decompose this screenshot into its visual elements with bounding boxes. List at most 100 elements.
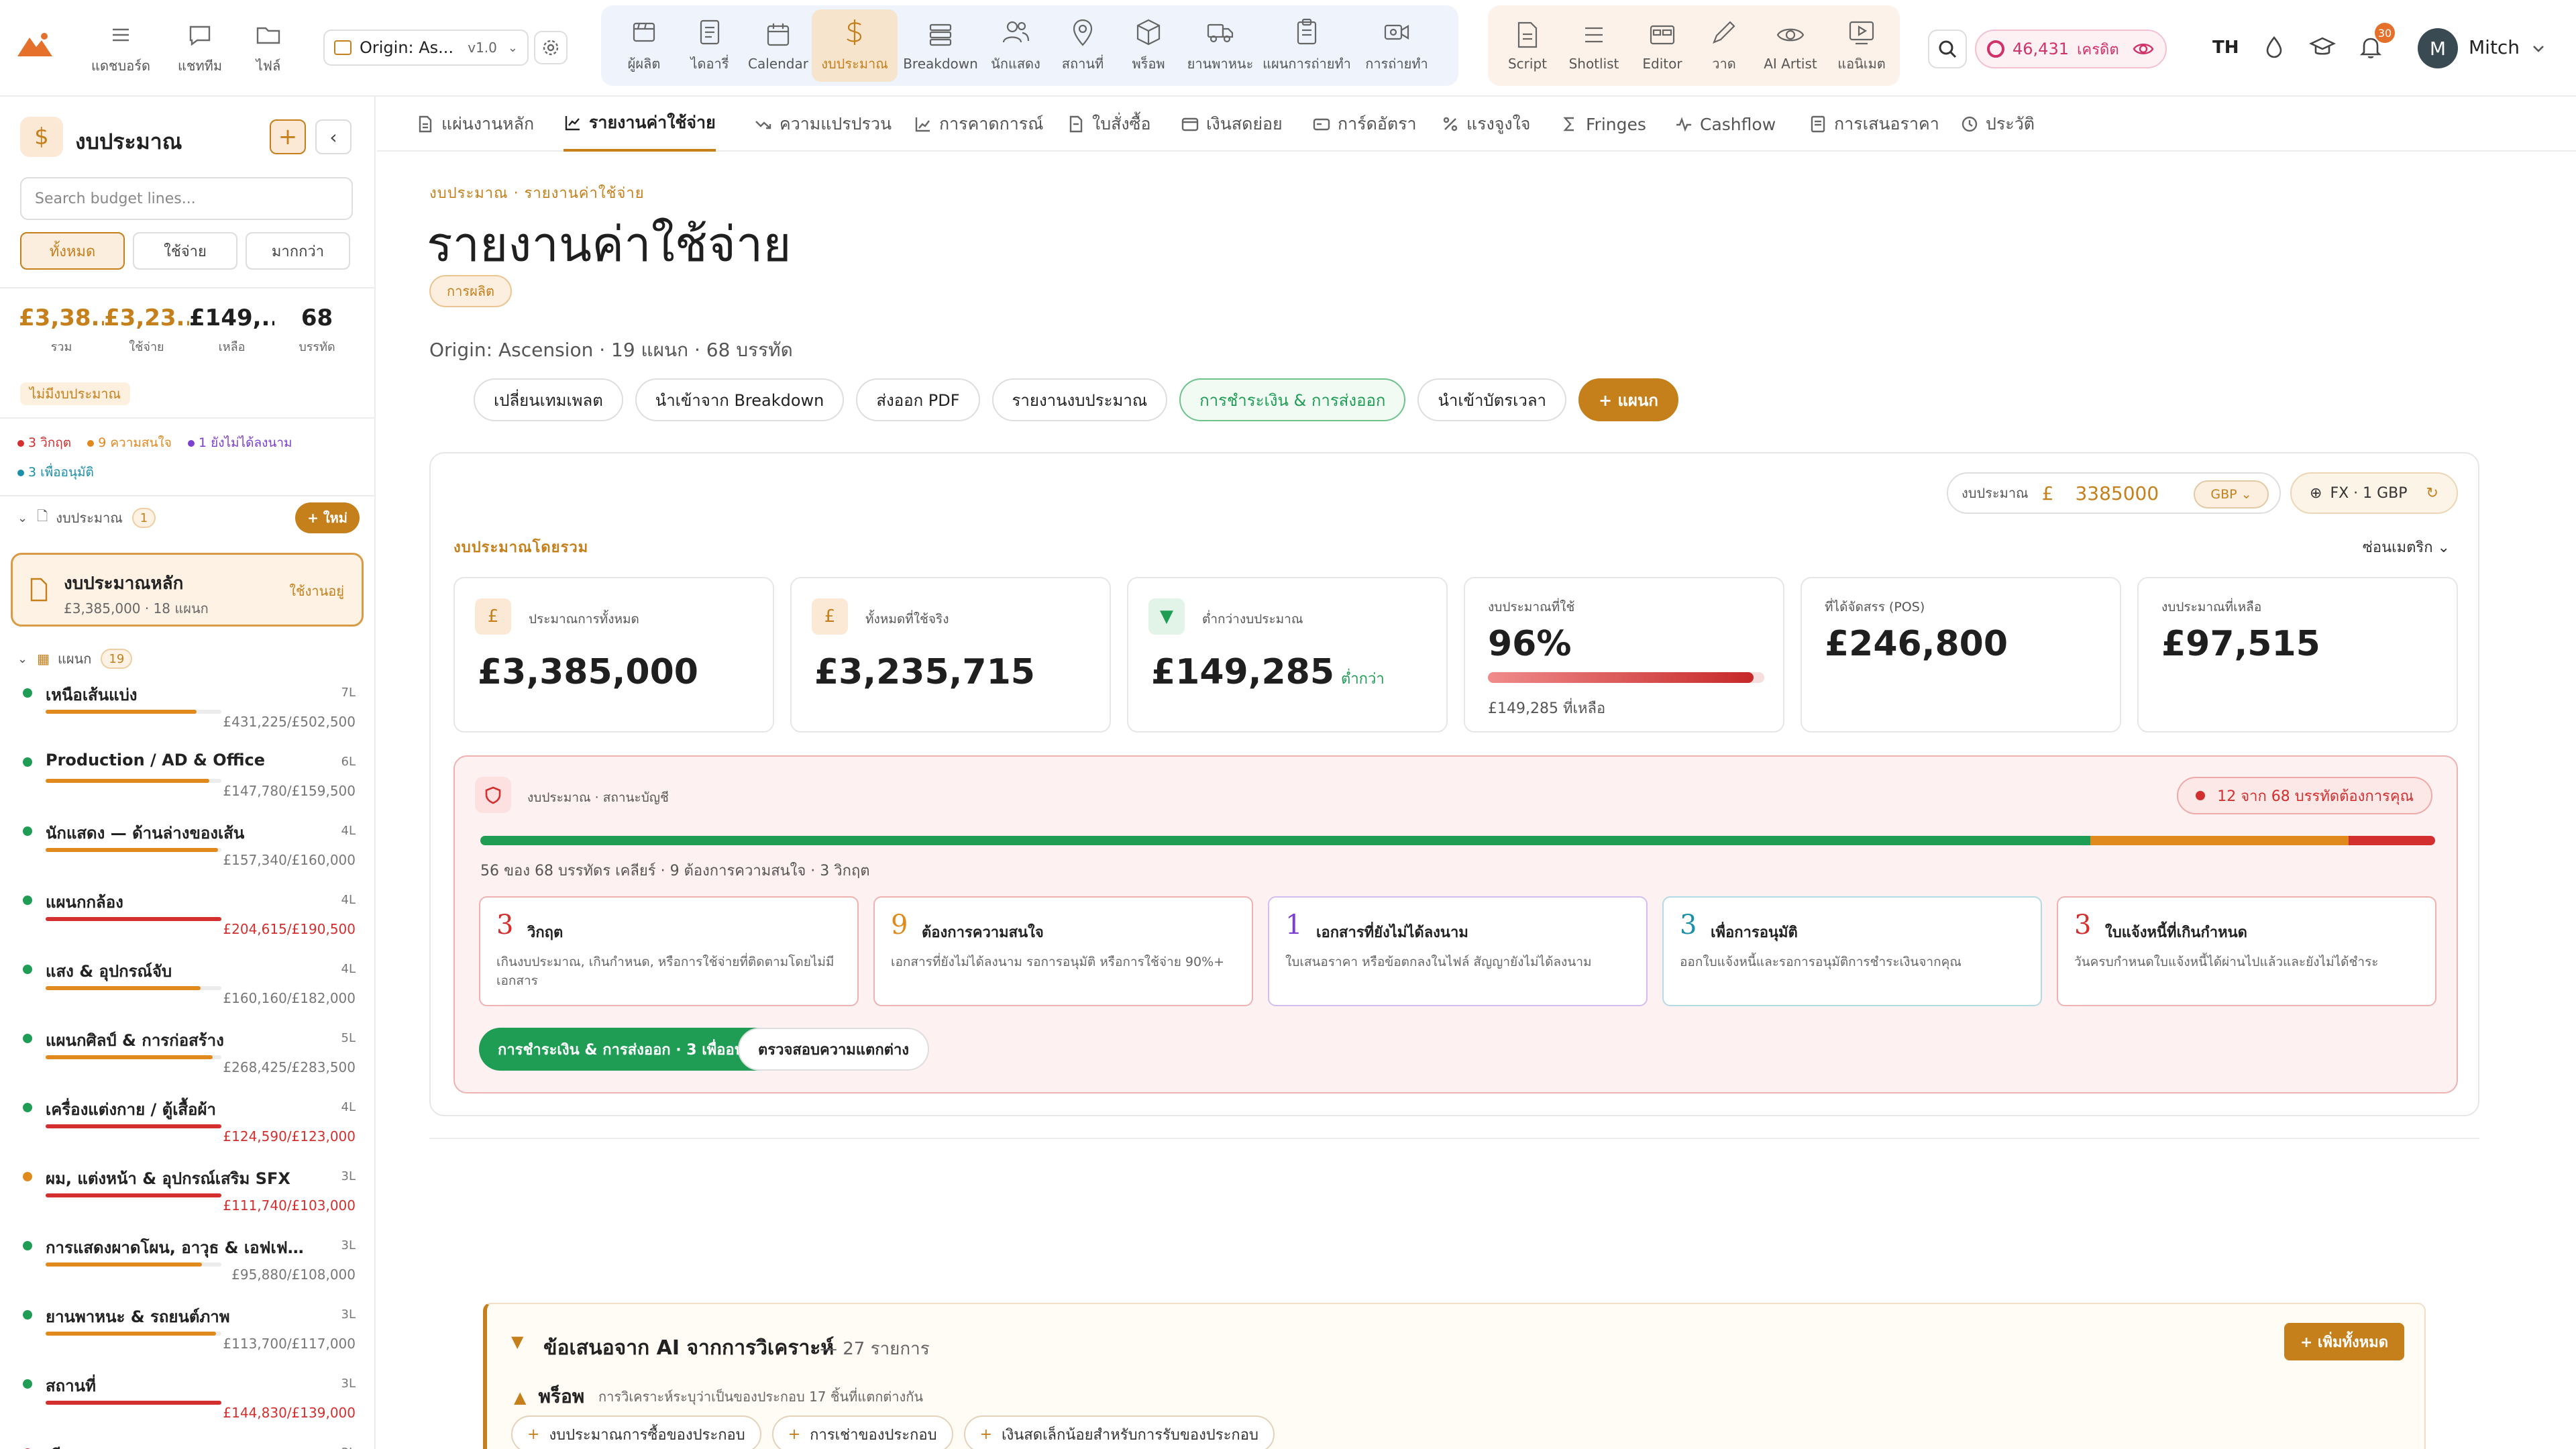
tab-cost-report[interactable]: รายงานค่าใช้จ่าย [564, 97, 716, 152]
tab-incentives[interactable]: แรงจูงใจ [1441, 97, 1530, 152]
sidebar-department-item[interactable]: Production / AD & Office 6L £147,780/£159,… [20, 751, 356, 818]
nav-locations[interactable]: สถานที่ [1052, 9, 1114, 82]
app-logo[interactable] [15, 30, 55, 59]
nav-draw[interactable]: วาด [1697, 9, 1751, 82]
tab-fringes[interactable]: Fringes [1560, 97, 1646, 152]
nav-props[interactable]: พร็อพ [1118, 9, 1179, 82]
tab-variance[interactable]: ความแปรปรวน [754, 97, 892, 152]
budget-report-button[interactable]: รายงานงบประมาณ [991, 378, 1168, 421]
tab-forecast[interactable]: การคาดการณ์ [914, 97, 1043, 152]
export-pdf-button[interactable]: ส่งออก PDF [856, 378, 980, 421]
chevron-down-icon[interactable] [2529, 39, 2548, 58]
credits-badge[interactable]: 46,431 เครดิต [1975, 30, 2167, 68]
tab-rate-cards[interactable]: การ์ดอัตรา [1312, 97, 1417, 152]
issue-card-unsigned[interactable]: 1 เอกสารที่ยังไม่ได้ลงนาม ใบเสนอราคา หรื… [1268, 896, 1648, 1006]
nav-files[interactable]: ไฟล์ [244, 20, 292, 76]
budgets-section-header[interactable]: ⌄ 🗋 งบประมาณ 1 + ใหม่ [17, 502, 360, 533]
add-department-button[interactable]: + แผนก [1578, 378, 1678, 421]
payments-approve-button[interactable]: การชำระเงิน & การส่งออก · 3 เพื่ออนุมัติ [479, 1028, 783, 1071]
payments-export-button[interactable]: การชำระเงิน & การส่งออก [1179, 378, 1406, 421]
budget-search-input[interactable] [20, 177, 353, 220]
nav-diary[interactable]: ไดอารี่ [679, 9, 741, 82]
suggestion-chip[interactable]: + เงินสดเล็กน้อยสำหรับการรับของประกอบ [963, 1415, 1275, 1449]
nav-producer[interactable]: ผู้ผลิต [613, 9, 675, 82]
alert-critical[interactable]: 3 วิกฤต [17, 435, 71, 450]
tab-cashflow[interactable]: Cashflow [1674, 97, 1776, 152]
search-icon [1939, 40, 1957, 58]
attention-badge[interactable]: 12 จาก 68 บรรทัดต้องการคุณ [2177, 777, 2432, 814]
tab-history[interactable]: ประวัติ [1960, 97, 2035, 152]
ai-suggestions-title[interactable]: ▼ ข้อเสนอจาก AI จากการวิเคราะห์ [511, 1332, 834, 1364]
tab-petty-cash[interactable]: เงินสดย่อย [1181, 97, 1283, 152]
avatar[interactable]: M [2418, 28, 2458, 68]
nav-calendar[interactable]: Calendar [745, 9, 812, 82]
hide-metrics-toggle[interactable]: ซ่อนเมตริก ⌄ [2363, 535, 2450, 559]
departments-section-header[interactable]: ⌄ ▦ แผนก 19 [17, 644, 360, 674]
sidebar-department-item[interactable]: แผนกศิลป์ & การก่อสร้าง 5L £268,425/£283,5… [20, 1027, 356, 1094]
issue-card-attention[interactable]: 9 ต้องการความสนใจ เอกสารที่ยังไม่ได้ลงนา… [873, 896, 1253, 1006]
currency-select[interactable]: GBP ⌄ [2194, 480, 2269, 508]
issue-card-approval[interactable]: 3 เพื่อการอนุมัติ ออกใบแจ้งหนี้และรอการอ… [1662, 896, 2042, 1006]
nav-dashboard[interactable]: แดชบอร์ด [90, 20, 152, 76]
sidebar-department-item[interactable]: นักแสดง — ด้านล่างของเส้น 4L £157,340/£160… [20, 820, 356, 887]
dollar-icon: $ [20, 117, 63, 157]
filter-spent[interactable]: ใช้จ่าย [133, 232, 237, 270]
nav-filming[interactable]: การถ่ายทำ [1356, 9, 1437, 82]
theme-toggle[interactable] [2261, 34, 2288, 60]
nav-shotlist[interactable]: Shotlist [1562, 9, 1626, 82]
user-name[interactable]: Mitch [2469, 36, 2520, 58]
sidebar-department-item[interactable]: การแสดงผาดโผน, อาวุธ & เอฟเฟกต์... 3L £95,… [20, 1234, 356, 1301]
alert-unsigned[interactable]: 1 ยังไม่ได้ลงนาม [187, 435, 292, 450]
sidebar-department-item[interactable]: ผม, แต่งหน้า & อุปกรณ์เสริม SFX 3L £111,74… [20, 1165, 356, 1232]
main-budget-card[interactable]: งบประมาณหลัก £3,385,000 · 18 แผนก ใช้งาน… [11, 553, 364, 627]
add-budget-button[interactable]: + [270, 119, 306, 154]
sidebar-department-item[interactable]: ยานพาหนะ & รถยนต์ภาพ 3L £113,700/£117,000 [20, 1303, 356, 1371]
tab-quotes[interactable]: การเสนอราคา [1809, 97, 1939, 152]
nav-script[interactable]: Script [1501, 9, 1554, 82]
suggestion-chip[interactable]: + งบประมาณการซื้อของประกอบ [511, 1415, 761, 1449]
nav-vehicles[interactable]: ยานพาหนะ [1183, 9, 1257, 82]
change-template-button[interactable]: เปลี่ยนเทมเพลต [474, 378, 623, 421]
nav-animate[interactable]: แอนิเมต [1831, 9, 1892, 82]
global-search-button[interactable] [1928, 30, 1967, 68]
sidebar-department-item[interactable]: แผนกกล้อง 4L £204,615/£190,500 [20, 889, 356, 956]
new-budget-button[interactable]: + ใหม่ [295, 502, 360, 533]
budget-total-input[interactable]: งบประมาณ £ 3385000 GBP ⌄ [1947, 472, 2281, 514]
sidebar-department-item[interactable]: เสียง3L [20, 1442, 356, 1449]
filter-over[interactable]: มากกว่า [246, 232, 350, 270]
sidebar-department-item[interactable]: เครื่องแต่งกาย / ตู้เสื้อผ้า 4L £124,590/£… [20, 1096, 356, 1163]
phase-badge[interactable]: การผลิต [429, 275, 513, 307]
filter-all[interactable]: ทั้งหมด [20, 232, 125, 270]
tab-purchase-orders[interactable]: ใบสั่งซื้อ [1067, 97, 1151, 152]
nav-cast[interactable]: นักแสดง [983, 9, 1048, 82]
add-all-button[interactable]: + เพิ่มทั้งหมด [2284, 1323, 2404, 1360]
issue-card-overdue[interactable]: 3 ใบแจ้งหนี้ที่เกินกำหนด วันครบกำหนดใบแจ… [2057, 896, 2436, 1006]
tab-main-sheet[interactable]: แผ่นงานหลัก [416, 97, 534, 152]
import-timecards-button[interactable]: นำเข้าบัตรเวลา [1417, 378, 1566, 421]
nav-shooting-schedule[interactable]: แผนการถ่ายทำ [1261, 9, 1352, 82]
issue-card-critical[interactable]: 3 วิกฤต เกินงบประมาณ, เกินกำหนด, หรือการ… [479, 896, 859, 1006]
nav-team-chat[interactable]: แชททีม [172, 20, 228, 76]
sidebar-department-item[interactable]: เหนือเส้นแบ่ง 7L £431,225/£502,500 [20, 682, 356, 749]
status-dot [23, 965, 32, 974]
learning-button[interactable] [2308, 34, 2337, 60]
fx-rate-button[interactable]: ⊕ FX · 1 GBP ↻ [2290, 472, 2458, 514]
nav-editor[interactable]: Editor [1631, 9, 1693, 82]
sidebar-department-item[interactable]: สถานที่ 3L £144,830/£139,000 [20, 1373, 356, 1440]
project-selector[interactable]: Origin: As... v1.0 ⌄ [323, 30, 529, 66]
refresh-icon[interactable]: ↻ [2426, 485, 2438, 502]
collapse-sidebar-button[interactable]: ‹ [315, 119, 352, 154]
ai-section-props[interactable]: ▲ พร็อพ [514, 1382, 584, 1411]
project-settings-button[interactable] [534, 31, 568, 64]
nav-budget[interactable]: งบประมาณ [812, 9, 898, 82]
nav-ai-artist[interactable]: AI Artist [1755, 9, 1826, 82]
import-breakdown-button[interactable]: นำเข้าจาก Breakdown [635, 378, 845, 421]
suggestion-chip[interactable]: + การเช่าของประกอบ [771, 1415, 953, 1449]
review-variance-button[interactable]: ตรวจสอบความแตกต่าง [738, 1028, 930, 1071]
sidebar-department-item[interactable]: แสง & อุปกรณ์จับ 4L £160,160/£182,000 [20, 958, 356, 1025]
nav-breakdown[interactable]: Breakdown [902, 9, 979, 82]
alert-approval[interactable]: 3 เพื่ออนุมัติ [17, 465, 94, 480]
collapse-triangle-icon[interactable]: ▼ [511, 1332, 523, 1351]
alert-attention[interactable]: 9 ความสนใจ [87, 435, 172, 450]
language-toggle[interactable]: TH [2212, 38, 2239, 58]
